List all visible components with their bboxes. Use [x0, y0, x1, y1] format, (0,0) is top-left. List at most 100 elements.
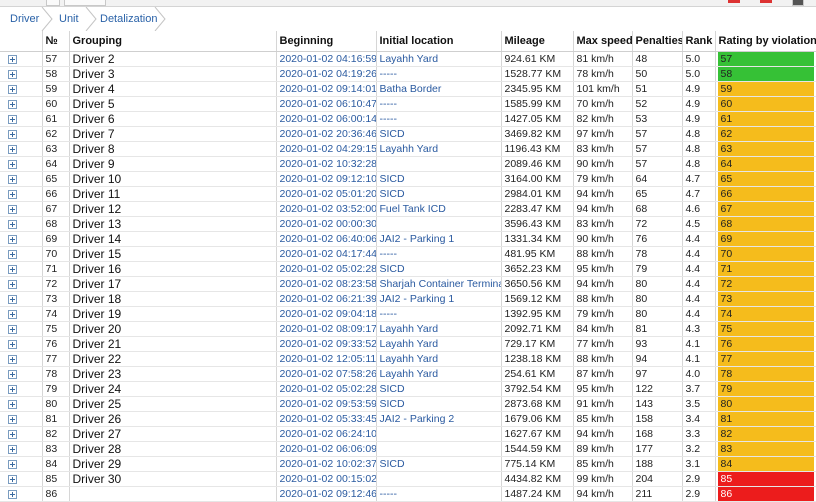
table-row[interactable]: 77 Driver 22 2020-01-02 12:05:11 Layahh Yar…	[0, 351, 816, 367]
row-initial-location[interactable]: SICD	[376, 126, 502, 142]
table-row[interactable]: 78 Driver 23 2020-01-02 07:58:26 Layahh Yar…	[0, 366, 816, 382]
row-beginning[interactable]: 2020-01-02 05:02:28	[276, 261, 377, 277]
row-initial-location[interactable]: Layahh Yard	[376, 336, 502, 352]
table-row[interactable]: 69 Driver 14 2020-01-02 06:40:06 JAI2 - Par…	[0, 231, 816, 247]
row-initial-location[interactable]	[376, 471, 502, 487]
row-beginning[interactable]: 2020-01-02 04:16:59	[276, 51, 377, 67]
table-row[interactable]: 72 Driver 17 2020-01-02 08:23:58 Sharjah Co…	[0, 276, 816, 292]
table-row[interactable]: 62 Driver 7 2020-01-02 20:36:46 SICD 3469.82…	[0, 126, 816, 142]
row-beginning[interactable]: 2020-01-02 08:09:17	[276, 321, 377, 337]
expand-plus-icon[interactable]	[8, 114, 17, 124]
table-row[interactable]: 74 Driver 19 2020-01-02 09:04:18 ----- 1392.…	[0, 306, 816, 322]
row-initial-location[interactable]	[376, 426, 502, 442]
row-beginning[interactable]: 2020-01-02 07:58:26	[276, 366, 377, 382]
row-beginning[interactable]: 2020-01-02 12:05:11	[276, 351, 377, 367]
row-beginning[interactable]: 2020-01-02 00:00:30	[276, 216, 377, 232]
table-row[interactable]: 86 2020-01-02 09:12:46 ----- 1487.24 KM 94 k…	[0, 486, 816, 502]
row-initial-location[interactable]: SICD	[376, 456, 502, 472]
row-beginning[interactable]: 2020-01-02 06:00:14	[276, 111, 377, 127]
table-row[interactable]: 84 Driver 29 2020-01-02 10:02:37 SICD 775.14…	[0, 456, 816, 472]
row-beginning[interactable]: 2020-01-02 06:06:09	[276, 441, 377, 457]
row-initial-location[interactable]: SICD	[376, 261, 502, 277]
expand-plus-icon[interactable]	[8, 174, 17, 184]
col-beginning[interactable]: Beginning	[276, 31, 377, 52]
row-initial-location[interactable]: -----	[376, 66, 502, 82]
expand-plus-icon[interactable]	[8, 144, 17, 154]
row-beginning[interactable]: 2020-01-02 00:15:02	[276, 471, 377, 487]
row-initial-location[interactable]	[376, 216, 502, 232]
row-initial-location[interactable]: -----	[376, 96, 502, 112]
expand-plus-icon[interactable]	[8, 354, 17, 364]
breadcrumb-detalization[interactable]: Detalization	[100, 7, 157, 31]
table-row[interactable]: 70 Driver 15 2020-01-02 04:17:44 ----- 481.9…	[0, 246, 816, 262]
table-row[interactable]: 65 Driver 10 2020-01-02 09:12:10 SICD 3164.0…	[0, 171, 816, 187]
row-initial-location[interactable]: Layahh Yard	[376, 141, 502, 157]
row-beginning[interactable]: 2020-01-02 06:21:39	[276, 291, 377, 307]
row-initial-location[interactable]: Layahh Yard	[376, 351, 502, 367]
table-row[interactable]: 81 Driver 26 2020-01-02 05:33:45 JAI2 - Par…	[0, 411, 816, 427]
row-beginning[interactable]: 2020-01-02 06:10:47	[276, 96, 377, 112]
toolbar-field-stub[interactable]	[64, 0, 106, 6]
row-beginning[interactable]: 2020-01-02 09:12:46	[276, 486, 377, 502]
table-row[interactable]: 63 Driver 8 2020-01-02 04:29:15 Layahh Yard…	[0, 141, 816, 157]
expand-plus-icon[interactable]	[8, 84, 17, 94]
row-initial-location[interactable]: -----	[376, 246, 502, 262]
expand-plus-icon[interactable]	[8, 324, 17, 334]
col-mileage[interactable]: Mileage	[501, 31, 574, 52]
row-initial-location[interactable]: -----	[376, 486, 502, 502]
col-rank[interactable]: Rank	[682, 31, 716, 52]
row-initial-location[interactable]: Layahh Yard	[376, 51, 502, 67]
row-beginning[interactable]: 2020-01-02 04:17:44	[276, 246, 377, 262]
table-row[interactable]: 83 Driver 28 2020-01-02 06:06:09 1544.59 KM…	[0, 441, 816, 457]
row-beginning[interactable]: 2020-01-02 04:29:15	[276, 141, 377, 157]
col-initial-location[interactable]: Initial location	[376, 31, 502, 52]
row-beginning[interactable]: 2020-01-02 09:14:01	[276, 81, 377, 97]
table-row[interactable]: 68 Driver 13 2020-01-02 00:00:30 3596.43 KM…	[0, 216, 816, 232]
row-initial-location[interactable]: Batha Border	[376, 81, 502, 97]
breadcrumb-driver[interactable]: Driver	[10, 7, 39, 31]
table-row[interactable]: 59 Driver 4 2020-01-02 09:14:01 Batha Borde…	[0, 81, 816, 97]
toolbar-button-stub[interactable]	[46, 0, 60, 6]
row-beginning[interactable]: 2020-01-02 05:33:45	[276, 411, 377, 427]
expand-plus-icon[interactable]	[8, 159, 17, 169]
expand-plus-icon[interactable]	[8, 414, 17, 424]
breadcrumb-unit[interactable]: Unit	[59, 7, 79, 31]
table-row[interactable]: 75 Driver 20 2020-01-02 08:09:17 Layahh Yar…	[0, 321, 816, 337]
row-initial-location[interactable]: SICD	[376, 171, 502, 187]
table-row[interactable]: 67 Driver 12 2020-01-02 03:52:00 Fuel Tank …	[0, 201, 816, 217]
table-row[interactable]: 60 Driver 5 2020-01-02 06:10:47 ----- 1585.9…	[0, 96, 816, 112]
row-beginning[interactable]: 2020-01-02 08:23:58	[276, 276, 377, 292]
row-beginning[interactable]: 2020-01-02 03:52:00	[276, 201, 377, 217]
expand-plus-icon[interactable]	[8, 384, 17, 394]
col-grouping[interactable]: Grouping	[69, 31, 277, 52]
expand-plus-icon[interactable]	[8, 69, 17, 79]
expand-plus-icon[interactable]	[8, 489, 17, 499]
expand-plus-icon[interactable]	[8, 444, 17, 454]
expand-plus-icon[interactable]	[8, 279, 17, 289]
expand-plus-icon[interactable]	[8, 369, 17, 379]
row-beginning[interactable]: 2020-01-02 09:33:52	[276, 336, 377, 352]
expand-plus-icon[interactable]	[8, 129, 17, 139]
table-row[interactable]: 64 Driver 9 2020-01-02 10:32:28 2089.46 KM 9…	[0, 156, 816, 172]
expand-plus-icon[interactable]	[8, 189, 17, 199]
row-beginning[interactable]: 2020-01-02 06:40:06	[276, 231, 377, 247]
table-row[interactable]: 80 Driver 25 2020-01-02 09:53:59 SICD 2873.6…	[0, 396, 816, 412]
expand-plus-icon[interactable]	[8, 429, 17, 439]
expand-plus-icon[interactable]	[8, 249, 17, 259]
table-row[interactable]: 82 Driver 27 2020-01-02 06:24:10 1627.67 KM…	[0, 426, 816, 442]
table-row[interactable]: 71 Driver 16 2020-01-02 05:02:28 SICD 3652.2…	[0, 261, 816, 277]
table-row[interactable]: 85 Driver 30 2020-01-02 00:15:02 4434.82 KM…	[0, 471, 816, 487]
row-beginning[interactable]: 2020-01-02 10:32:28	[276, 156, 377, 172]
row-initial-location[interactable]: JAI2 - Parking 1	[376, 231, 502, 247]
expand-plus-icon[interactable]	[8, 294, 17, 304]
col-rating[interactable]: Rating by violations	[715, 31, 816, 52]
expand-plus-icon[interactable]	[8, 474, 17, 484]
table-row[interactable]: 57 Driver 2 2020-01-02 04:16:59 Layahh Yard…	[0, 51, 816, 67]
row-initial-location[interactable]: SICD	[376, 186, 502, 202]
expand-plus-icon[interactable]	[8, 459, 17, 469]
row-initial-location[interactable]	[376, 156, 502, 172]
row-beginning[interactable]: 2020-01-02 06:24:10	[276, 426, 377, 442]
row-initial-location[interactable]: SICD	[376, 381, 502, 397]
row-beginning[interactable]: 2020-01-02 05:02:28	[276, 381, 377, 397]
expand-plus-icon[interactable]	[8, 219, 17, 229]
